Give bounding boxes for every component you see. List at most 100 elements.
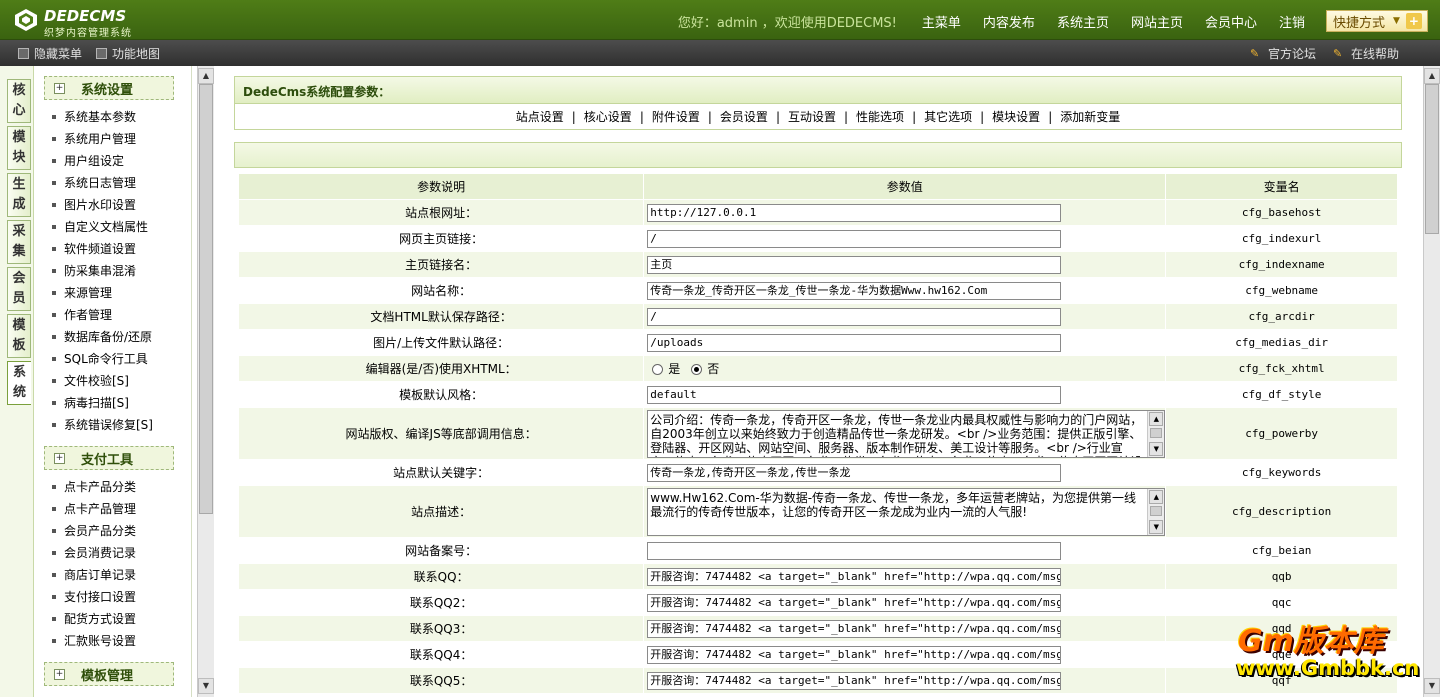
menu-item[interactable]: 会员产品分类 — [52, 522, 136, 540]
scroll-down-icon[interactable]: ▼ — [198, 678, 214, 694]
radio-button-icon[interactable] — [691, 364, 703, 375]
nav-logout[interactable]: 注销 — [1268, 12, 1316, 31]
radio-button-icon[interactable] — [652, 364, 664, 375]
menu-item[interactable]: 会员消费记录 — [52, 544, 136, 562]
config-tab[interactable]: 添加新变量 — [1052, 108, 1128, 125]
tab-core[interactable]: 核心 — [7, 79, 31, 123]
menu-item[interactable]: 点卡产品分类 — [52, 478, 136, 496]
param-input[interactable]: / — [647, 229, 1062, 248]
variable-name: cfg_keywords — [1165, 459, 1398, 486]
param-textarea[interactable]: www.Hw162.Com-华为数据-传奇一条龙、传世一条龙，多年运营老牌站，为… — [647, 487, 1166, 536]
param-input[interactable]: 开服咨询：7474482 <a target="_blank" href="ht… — [647, 619, 1062, 638]
param-value-cell: 主页 — [643, 251, 1167, 278]
config-tab[interactable]: 模块设置 — [984, 108, 1048, 125]
config-tab[interactable]: 站点设置 — [508, 108, 572, 125]
menu-scrollbar[interactable]: ▲ ▼ — [197, 66, 214, 697]
param-input[interactable]: 开服咨询：7474482 <a target="_blank" href="ht… — [647, 593, 1062, 612]
menu-item[interactable]: 系统错误修复[S] — [52, 416, 153, 434]
sitemap-button[interactable]: 功能地图 — [96, 45, 160, 62]
scroll-up-icon[interactable]: ▲ — [198, 68, 214, 84]
tab-system[interactable]: 系统 — [7, 361, 31, 405]
nav-site-home[interactable]: 网站主页 — [1120, 12, 1194, 31]
menu-item[interactable]: 自定义文档属性 — [52, 218, 148, 236]
radio-no[interactable]: 否 — [686, 362, 719, 376]
bullet-icon — [52, 356, 56, 361]
textarea-scrollbar[interactable]: ▲ ▼ — [1147, 488, 1165, 535]
param-input[interactable]: 传奇一条龙_传奇开区一条龙_传世一条龙-华为数据Www.hw162.Com — [647, 281, 1062, 300]
table-row: 站点描述： www.Hw162.Com-华为数据-传奇一条龙、传世一条龙，多年运营… — [237, 485, 1398, 538]
param-input[interactable]: 传奇一条龙,传奇开区一条龙,传世一条龙 — [647, 463, 1062, 482]
nav-content-publish[interactable]: 内容发布 — [972, 12, 1046, 31]
menu-item[interactable]: 软件频道设置 — [52, 240, 136, 258]
menu-item[interactable]: SQL命令行工具 — [52, 350, 148, 368]
nav-system-home[interactable]: 系统主页 — [1046, 12, 1120, 31]
param-input[interactable]: default — [647, 385, 1062, 404]
scroll-thumb[interactable] — [1150, 505, 1163, 516]
tab-modules[interactable]: 模块 — [7, 126, 31, 170]
param-input[interactable]: 开服咨询：7474482 <a target="_blank" href="ht… — [647, 645, 1062, 664]
column-header-variable: 变量名 — [1165, 173, 1398, 200]
config-tab[interactable]: 核心设置 — [576, 108, 640, 125]
help-link[interactable]: ✎ 在线帮助 — [1333, 45, 1399, 62]
config-tab[interactable]: 会员设置 — [712, 108, 776, 125]
textarea-scrollbar[interactable]: ▲ ▼ — [1147, 410, 1165, 457]
menu-item[interactable]: 文件校验[S] — [52, 372, 129, 390]
quick-access-dropdown[interactable]: 快捷方式 ▼ + — [1326, 10, 1428, 32]
config-tab[interactable]: 附件设置 — [644, 108, 708, 125]
param-textarea[interactable]: 公司介绍：传奇一条龙，传奇开区一条龙，传世一条龙业内最具权威性与影响力的门户网站… — [647, 409, 1166, 458]
menu-item[interactable]: 系统用户管理 — [52, 130, 136, 148]
scroll-down-icon[interactable]: ▼ — [1149, 519, 1164, 534]
menu-group-payment-tools[interactable]: + 支付工具 — [44, 446, 174, 470]
menu-item[interactable]: 配货方式设置 — [52, 610, 136, 628]
scroll-down-icon[interactable]: ▼ — [1149, 441, 1164, 456]
hide-menu-button[interactable]: 隐藏菜单 — [18, 45, 82, 62]
param-input[interactable]: 开服咨询：7474482 <a target="_blank" href="ht… — [647, 671, 1062, 690]
main-scrollbar[interactable]: ▲ ▼ — [1423, 66, 1440, 697]
param-input[interactable]: 主页 — [647, 255, 1062, 274]
menu-item[interactable]: 系统日志管理 — [52, 174, 136, 192]
menu-item[interactable]: 商店订单记录 — [52, 566, 136, 584]
menu-item[interactable]: 图片水印设置 — [52, 196, 136, 214]
menu-item[interactable]: 点卡产品管理 — [52, 500, 136, 518]
menu-item[interactable]: 汇款账号设置 — [52, 632, 136, 650]
scroll-up-icon[interactable]: ▲ — [1149, 411, 1164, 426]
param-input[interactable]: 开服咨询：7474482 <a target="_blank" href="ht… — [647, 567, 1062, 586]
config-tab[interactable]: 其它选项 — [916, 108, 980, 125]
add-shortcut-icon[interactable]: + — [1405, 13, 1422, 29]
param-input[interactable]: / — [647, 307, 1062, 326]
variable-name: cfg_webname — [1165, 277, 1398, 304]
menu-item[interactable]: 病毒扫描[S] — [52, 394, 129, 412]
scroll-up-icon[interactable]: ▲ — [1424, 68, 1440, 84]
scroll-up-icon[interactable]: ▲ — [1149, 489, 1164, 504]
menu-item[interactable]: 来源管理 — [52, 284, 112, 302]
bullet-icon — [52, 550, 56, 555]
scroll-thumb[interactable] — [1150, 427, 1163, 438]
menu-item[interactable]: 作者管理 — [52, 306, 112, 324]
variable-name: cfg_df_style — [1165, 381, 1398, 408]
param-input[interactable] — [647, 541, 1062, 560]
forum-link[interactable]: ✎ 官方论坛 — [1250, 45, 1316, 62]
tab-templates[interactable]: 模板 — [7, 314, 31, 358]
menu-item-label: 来源管理 — [64, 286, 113, 300]
tab-generate[interactable]: 生成 — [7, 173, 31, 217]
bullet-icon — [52, 136, 56, 141]
menu-item[interactable]: 系统基本参数 — [52, 108, 136, 126]
menu-group-system-settings[interactable]: + 系统设置 — [44, 76, 174, 100]
tab-collect[interactable]: 采集 — [7, 220, 31, 264]
menu-item[interactable]: 支付接口设置 — [52, 588, 136, 606]
menu-group-template-management[interactable]: + 模板管理 — [44, 662, 174, 686]
menu-item[interactable]: 用户组设定 — [52, 152, 124, 170]
menu-item[interactable]: 防采集串混淆 — [52, 262, 136, 280]
scroll-thumb[interactable] — [1425, 84, 1439, 234]
nav-member-center[interactable]: 会员中心 — [1194, 12, 1268, 31]
tab-members[interactable]: 会员 — [7, 267, 31, 311]
scroll-thumb[interactable] — [199, 84, 213, 514]
config-tab[interactable]: 性能选项 — [848, 108, 912, 125]
config-tab[interactable]: 互动设置 — [780, 108, 844, 125]
menu-item[interactable]: 数据库备份/还原 — [52, 328, 152, 346]
nav-main-menu[interactable]: 主菜单 — [911, 12, 972, 31]
bullet-icon — [52, 290, 56, 295]
radio-yes[interactable]: 是 — [647, 362, 680, 376]
param-input[interactable]: http://127.0.0.1 — [647, 203, 1062, 222]
param-input[interactable]: /uploads — [647, 333, 1062, 352]
